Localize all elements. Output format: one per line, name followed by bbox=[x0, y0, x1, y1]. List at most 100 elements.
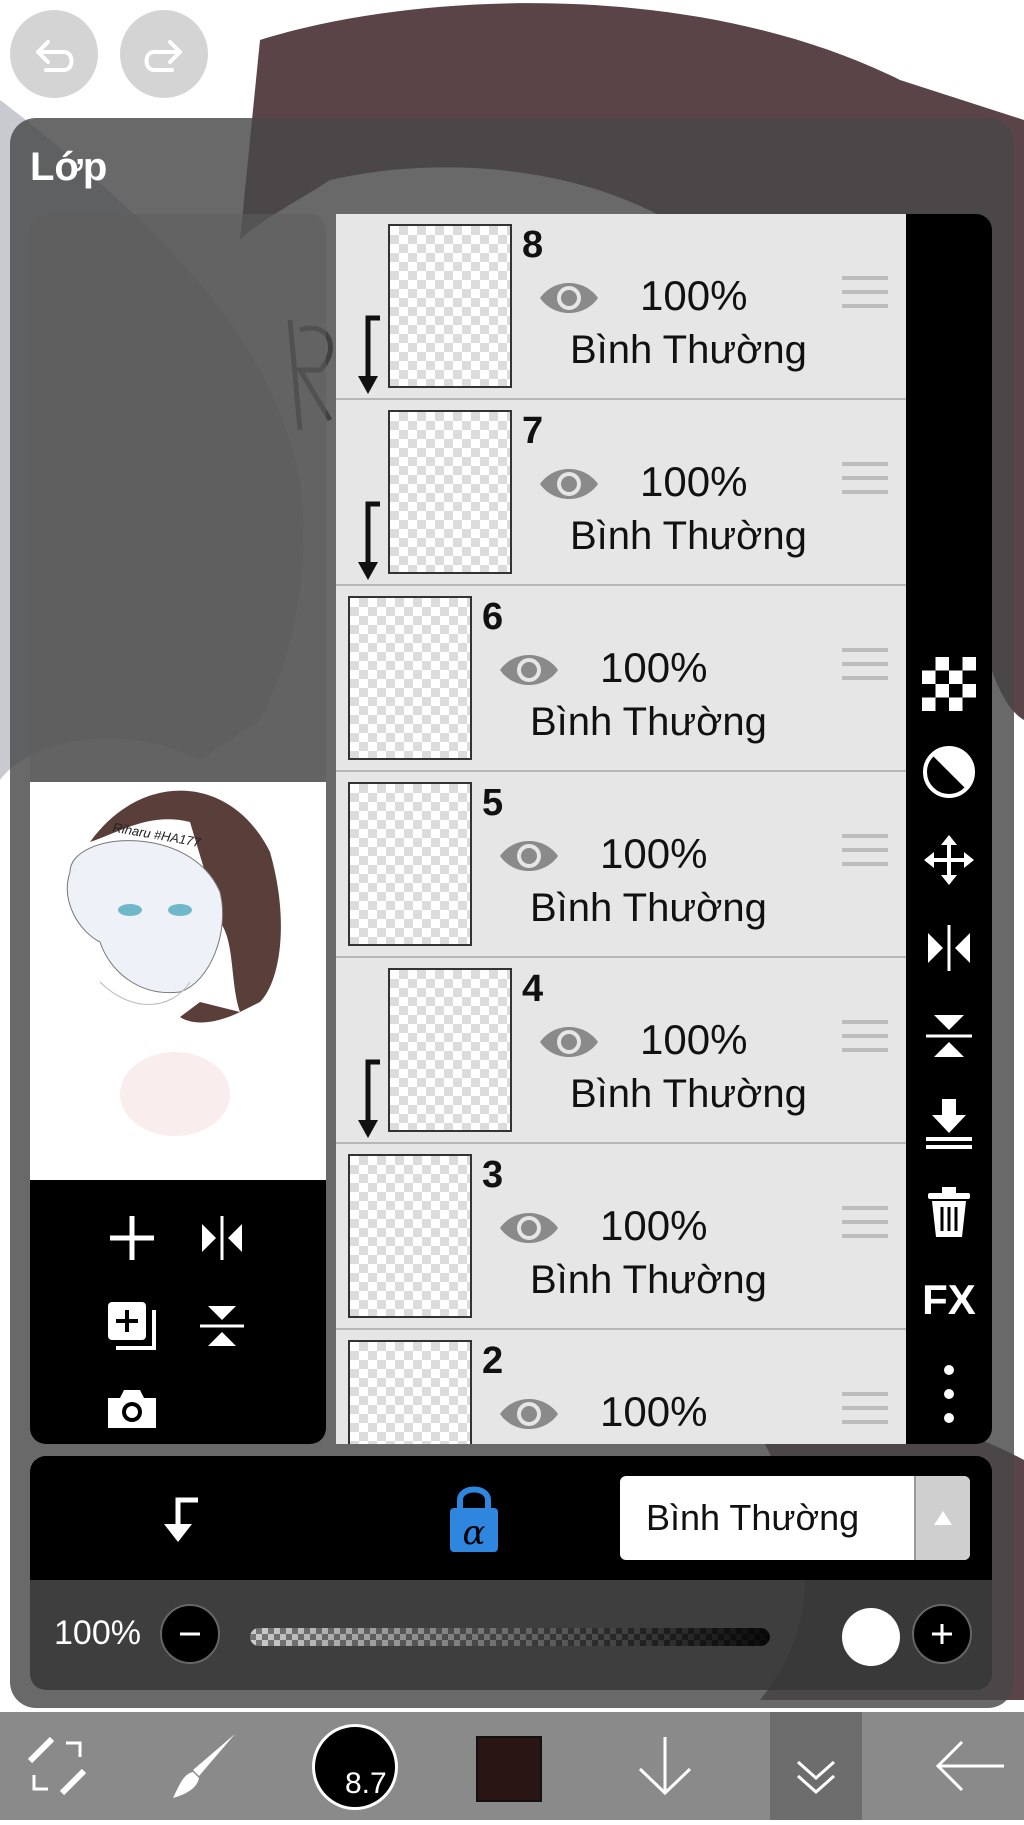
visibility-eye-icon[interactable] bbox=[496, 834, 562, 878]
layer-opacity: 100% bbox=[600, 1388, 708, 1435]
drag-handle-icon[interactable] bbox=[842, 832, 888, 868]
layer-preview: Riharu #HA177 bbox=[30, 214, 326, 1444]
add-layer-button[interactable] bbox=[102, 1208, 162, 1268]
svg-text:α: α bbox=[463, 1513, 486, 1553]
visibility-eye-icon[interactable] bbox=[496, 1206, 562, 1250]
layer-blend-mode: Bình Thường bbox=[530, 1258, 767, 1302]
transparency-icon bbox=[922, 657, 976, 711]
brush-size-button[interactable]: 8.7 bbox=[312, 1724, 398, 1810]
opacity-slider[interactable] bbox=[250, 1628, 770, 1646]
layer-row[interactable]: 8 100% Bình Thường bbox=[336, 214, 906, 400]
layer-thumbnail bbox=[348, 782, 472, 946]
flip-vertical-icon bbox=[926, 1015, 972, 1057]
opacity-increase-button[interactable] bbox=[912, 1604, 972, 1664]
layer-blend-mode: Bình Thường bbox=[570, 328, 807, 372]
drag-handle-icon[interactable] bbox=[842, 1204, 888, 1240]
transparency-button[interactable] bbox=[919, 654, 979, 714]
visibility-eye-icon[interactable] bbox=[536, 1020, 602, 1064]
delete-layer-button[interactable] bbox=[919, 1182, 979, 1242]
move-button[interactable] bbox=[919, 830, 979, 890]
layer-thumbnail bbox=[388, 224, 512, 388]
layer-opacity: 100% bbox=[640, 458, 748, 505]
undo-icon bbox=[36, 40, 74, 72]
import-photo-button[interactable] bbox=[102, 1378, 162, 1438]
fx-button[interactable]: FX bbox=[919, 1270, 979, 1330]
merge-down-button[interactable] bbox=[919, 1094, 979, 1154]
layer-number: 7 bbox=[522, 410, 544, 452]
invert-icon bbox=[923, 746, 975, 798]
visibility-eye-icon[interactable] bbox=[536, 462, 602, 506]
fx-icon: FX bbox=[922, 1276, 976, 1323]
layer-opacity: 100% bbox=[600, 830, 708, 877]
redo-icon bbox=[144, 40, 182, 72]
back-button[interactable] bbox=[920, 1712, 1020, 1820]
redo-button[interactable] bbox=[120, 10, 208, 98]
layer-row[interactable]: 6 100% Bình Thường bbox=[336, 586, 906, 772]
layer-opacity: 100% bbox=[600, 1202, 708, 1249]
layer-row[interactable]: 5 100% Bình Thường bbox=[336, 772, 906, 958]
brush-icon bbox=[173, 1734, 235, 1798]
layer-number: 3 bbox=[482, 1154, 504, 1196]
clip-indicator bbox=[350, 1058, 384, 1147]
opacity-value: 100% bbox=[54, 1614, 141, 1652]
panel-title: Lớp bbox=[30, 145, 108, 189]
layer-row[interactable]: 2 100% Bình Thường bbox=[336, 1330, 906, 1444]
blend-mode-select[interactable]: Bình Thường bbox=[620, 1476, 970, 1560]
duplicate-layer-icon bbox=[108, 1302, 156, 1350]
drag-handle-icon[interactable] bbox=[842, 1018, 888, 1054]
flip-layer-vertical-button[interactable] bbox=[192, 1296, 252, 1356]
layer-blend-mode: Bình Thường bbox=[570, 1072, 807, 1116]
blend-bar: α Bình Thường bbox=[30, 1456, 992, 1580]
flip-horizontal-icon bbox=[928, 925, 970, 971]
undo-button[interactable] bbox=[10, 10, 98, 98]
arrow-left-icon bbox=[935, 1740, 1004, 1792]
canvas-thumbnail[interactable]: Riharu #HA177 bbox=[30, 782, 326, 1180]
layer-list[interactable]: 8 100% Bình Thường 7 100% Bình Thường 6 … bbox=[336, 214, 906, 1444]
visibility-eye-icon[interactable] bbox=[496, 648, 562, 692]
clip-indicator bbox=[350, 500, 384, 589]
drag-handle-icon[interactable] bbox=[842, 646, 888, 682]
flip-horizontal-button[interactable] bbox=[919, 918, 979, 978]
drag-handle-icon[interactable] bbox=[842, 1390, 888, 1426]
more-options-button[interactable] bbox=[919, 1354, 979, 1434]
drag-handle-icon[interactable] bbox=[842, 274, 888, 310]
layer-thumbnail bbox=[348, 1154, 472, 1318]
layer-number: 4 bbox=[522, 968, 544, 1010]
move-icon bbox=[924, 835, 974, 885]
duplicate-layer-button[interactable] bbox=[102, 1296, 162, 1356]
flip-vertical-icon bbox=[200, 1306, 244, 1346]
layer-row[interactable]: 3 100% Bình Thường bbox=[336, 1144, 906, 1330]
alpha-lock-button[interactable]: α bbox=[444, 1480, 504, 1556]
layer-opacity: 100% bbox=[600, 644, 708, 691]
drag-handle-icon[interactable] bbox=[842, 460, 888, 496]
opacity-decrease-button[interactable] bbox=[160, 1604, 220, 1664]
layer-number: 2 bbox=[482, 1340, 504, 1382]
tool-selector-button[interactable] bbox=[14, 1712, 100, 1820]
layer-number: 6 bbox=[482, 596, 504, 638]
visibility-eye-icon[interactable] bbox=[496, 1392, 562, 1436]
layer-number: 5 bbox=[482, 782, 504, 824]
trash-icon bbox=[928, 1187, 970, 1237]
alpha-lock-icon: α bbox=[450, 1486, 498, 1553]
clipping-button[interactable] bbox=[150, 1486, 214, 1550]
flip-layer-horizontal-button[interactable] bbox=[192, 1208, 252, 1268]
invert-button[interactable] bbox=[919, 742, 979, 802]
layer-row[interactable]: 4 100% Bình Thường bbox=[336, 958, 906, 1144]
flip-horizontal-icon bbox=[202, 1216, 242, 1260]
layer-number: 8 bbox=[522, 224, 544, 266]
flip-vertical-button[interactable] bbox=[919, 1006, 979, 1066]
chevron-down-icon bbox=[797, 1760, 835, 1795]
more-icon bbox=[944, 1365, 954, 1423]
arrow-down-icon bbox=[638, 1737, 692, 1796]
opacity-slider-handle[interactable] bbox=[842, 1608, 900, 1666]
collapse-panel-button[interactable] bbox=[770, 1712, 862, 1820]
layer-thumbnail bbox=[348, 596, 472, 760]
color-swatch[interactable] bbox=[476, 1736, 542, 1802]
clipping-icon bbox=[164, 1497, 198, 1542]
brush-size-value: 8.7 bbox=[345, 1767, 387, 1800]
layer-blend-mode: Bình Thường bbox=[530, 886, 767, 930]
layer-down-button[interactable] bbox=[620, 1712, 710, 1820]
visibility-eye-icon[interactable] bbox=[536, 276, 602, 320]
brush-tool-button[interactable] bbox=[160, 1712, 250, 1820]
layer-row[interactable]: 7 100% Bình Thường bbox=[336, 400, 906, 586]
